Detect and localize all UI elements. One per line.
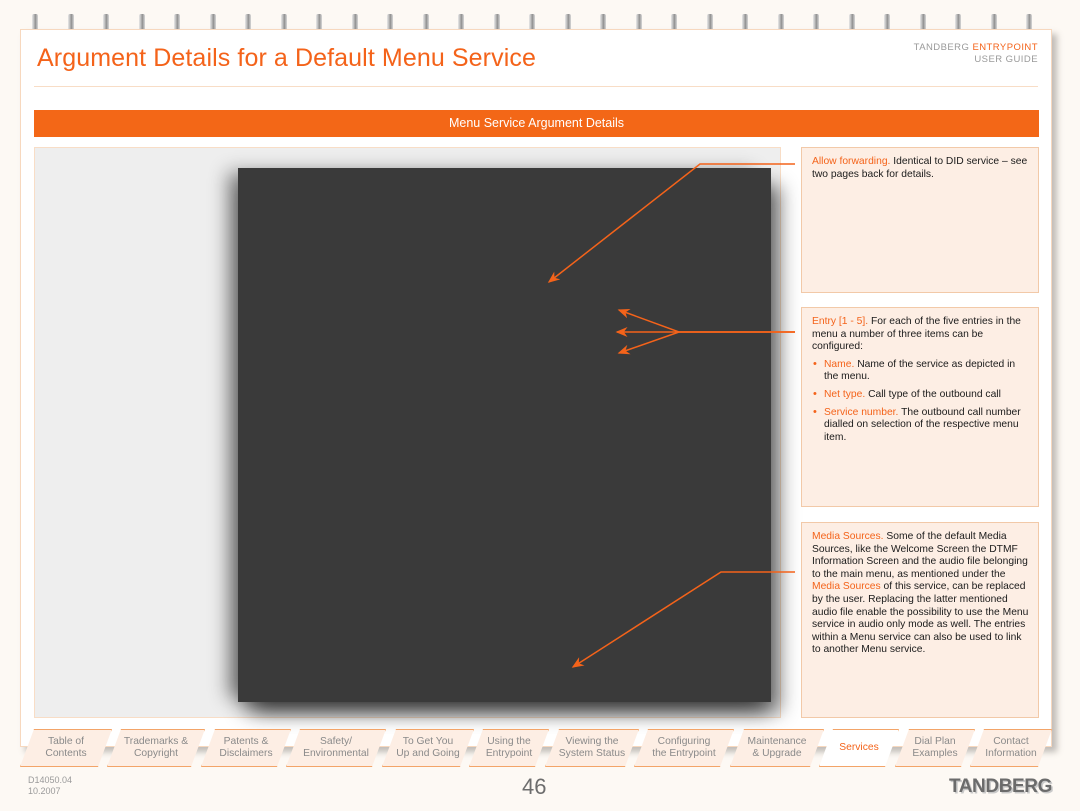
page-title: Argument Details for a Default Menu Serv… xyxy=(37,44,536,72)
callout-1-term: Allow forwarding. xyxy=(812,156,891,167)
section-tab-table-of-contents[interactable]: Table of Contents xyxy=(20,729,112,767)
callout-2-item-1-term: Net type. xyxy=(824,388,866,400)
page-sheet: Argument Details for a Default Menu Serv… xyxy=(20,29,1052,747)
section-tab-line-2: & Upgrade xyxy=(752,748,802,759)
section-tab-configuring-the-entrypoint[interactable]: Configuring the Entrypoint xyxy=(634,729,734,767)
section-tab-safety-environmental[interactable]: Safety/Environmental xyxy=(286,729,386,767)
section-tab-services[interactable]: Services xyxy=(819,729,899,767)
section-tab-line-2: Entrypoint xyxy=(485,748,533,759)
header-divider xyxy=(34,86,1038,87)
callout-3-term: Media Sources. xyxy=(812,531,884,542)
page-number: 46 xyxy=(522,774,547,799)
brand-line-2: USER GUIDE xyxy=(974,53,1038,65)
brand-tandberg: TANDBERG xyxy=(913,42,973,53)
section-tab-line-2: Copyright xyxy=(133,748,179,759)
callout-3-text: Media Sources. Some of the default Media… xyxy=(812,531,1029,657)
section-tab-line-1: Trademarks & xyxy=(123,736,189,747)
callout-2-term: Entry [1 - 5]. xyxy=(812,316,869,327)
callout-2-list: Name. Name of the service as depicted in… xyxy=(812,358,1029,445)
callout-media-sources: Media Sources. Some of the default Media… xyxy=(801,522,1039,718)
section-tab-line-1: Patents & xyxy=(223,736,269,747)
page-header: Argument Details for a Default Menu Serv… xyxy=(21,30,1051,87)
section-tab-dial-plan-examples[interactable]: Dial Plan Examples xyxy=(895,729,975,767)
section-tab-line-2: Contents xyxy=(45,748,87,759)
section-tab-line-1: Maintenance xyxy=(747,736,807,747)
section-tab-bar[interactable]: Table of Contents Trademarks & Copyright Pat… xyxy=(20,729,1052,769)
callout-allow-forwarding: Allow forwarding. Identical to DID servi… xyxy=(801,147,1039,293)
device-screenshot-image xyxy=(238,168,771,702)
section-tab-line-2: Environmental xyxy=(303,748,369,759)
section-tab-maintenance-upgrade[interactable]: Maintenance & Upgrade xyxy=(730,729,824,767)
brand-entrypoint: ENTRYPOINT xyxy=(972,42,1038,53)
section-tab-line-2: Information xyxy=(985,748,1037,759)
section-tab-line-1: Using the xyxy=(487,736,531,747)
section-tab-line-1: Contact xyxy=(993,736,1029,747)
section-tab-line-2: Disclaimers xyxy=(219,748,273,759)
content-area: Allow forwarding. Identical to DID servi… xyxy=(34,147,1039,718)
callout-3-inline-term: Media Sources xyxy=(812,581,881,593)
section-tab-line-2: Examples xyxy=(912,748,958,759)
section-tab-viewing-the-system-status[interactable]: Viewing the System Status xyxy=(545,729,639,767)
tandberg-logo: TANDBERG xyxy=(948,776,1052,797)
section-tab-line-1: Viewing the xyxy=(565,736,619,747)
list-item: Net type. Call type of the outbound call xyxy=(812,388,1029,402)
callout-1-text: Allow forwarding. Identical to DID servi… xyxy=(812,156,1029,181)
screenshot-panel xyxy=(34,147,781,718)
section-tab-patents-disclaimers[interactable]: Patents & Disclaimers xyxy=(201,729,291,767)
section-tab-using-the-entrypoint[interactable]: Using the Entrypoint xyxy=(469,729,549,767)
section-tab-line-1: Dial Plan xyxy=(914,736,956,747)
callout-3-body-2: of this service, can be replaced by the … xyxy=(812,581,1029,656)
section-tab-line-2: System Status xyxy=(558,748,626,759)
section-tab-line-2: Up and Going xyxy=(396,748,460,759)
section-tab-line-1: Safety/ xyxy=(319,736,353,747)
section-tab-trademarks-copyright[interactable]: Trademarks & Copyright xyxy=(107,729,205,767)
section-tab-line-1: Configuring xyxy=(657,736,711,747)
list-item: Name. Name of the service as depicted in… xyxy=(812,358,1029,384)
callout-2-text: Entry [1 - 5]. For each of the five entr… xyxy=(812,316,1029,354)
section-tab-line-1: Table of xyxy=(47,736,85,747)
brand-line-1: TANDBERG ENTRYPOINT xyxy=(914,42,1038,54)
doc-number: D14050.04 xyxy=(28,775,73,785)
callout-2-item-0-term: Name. xyxy=(824,358,855,370)
section-banner: Menu Service Argument Details xyxy=(34,110,1039,137)
section-tab-to-get-you-up-and-going[interactable]: To Get You Up and Going xyxy=(382,729,474,767)
section-tab-contact-information[interactable]: Contact Information xyxy=(970,729,1052,767)
section-tab-line-1: Services xyxy=(839,742,879,753)
section-tab-line-2: the Entrypoint xyxy=(652,748,716,759)
callout-2-item-2-term: Service number. xyxy=(824,406,899,418)
callout-entry-1-5: Entry [1 - 5]. For each of the five entr… xyxy=(801,307,1039,507)
callout-2-item-1-body: Call type of the outbound call xyxy=(865,388,1001,400)
section-tab-line-1: To Get You xyxy=(402,736,454,747)
brand-block: TANDBERG ENTRYPOINT USER GUIDE xyxy=(914,42,1038,65)
doc-date: 10.2007 xyxy=(28,786,61,796)
list-item: Service number. The outbound call number… xyxy=(812,406,1029,445)
document-id: D14050.04 10.2007 xyxy=(28,775,72,797)
